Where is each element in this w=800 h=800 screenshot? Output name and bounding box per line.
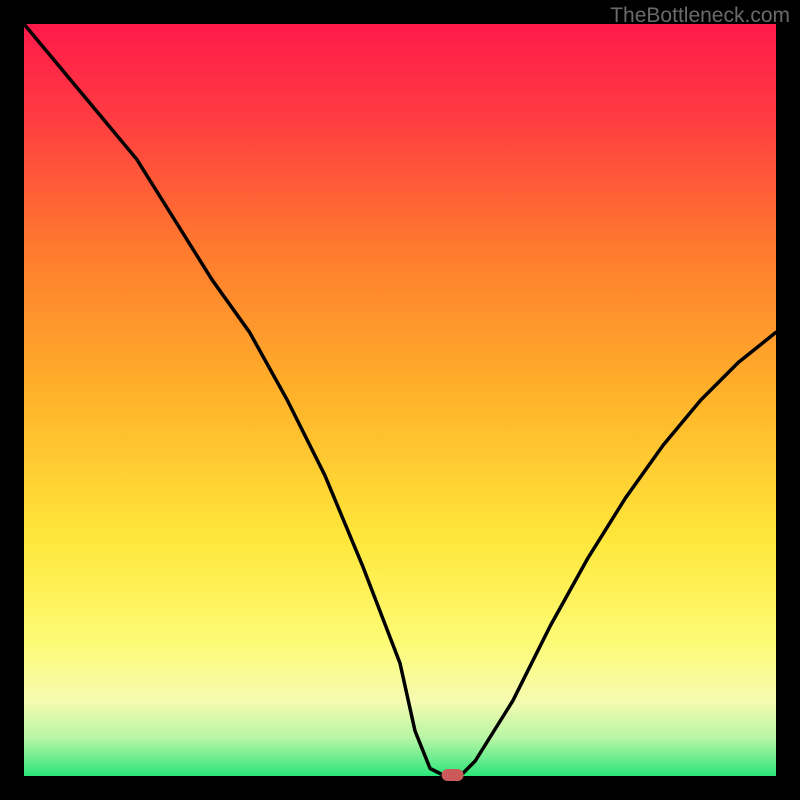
- chart-container: TheBottleneck.com: [0, 0, 800, 800]
- optimal-point-marker: [442, 769, 464, 781]
- chart-svg: [0, 0, 800, 800]
- watermark-text: TheBottleneck.com: [610, 4, 790, 28]
